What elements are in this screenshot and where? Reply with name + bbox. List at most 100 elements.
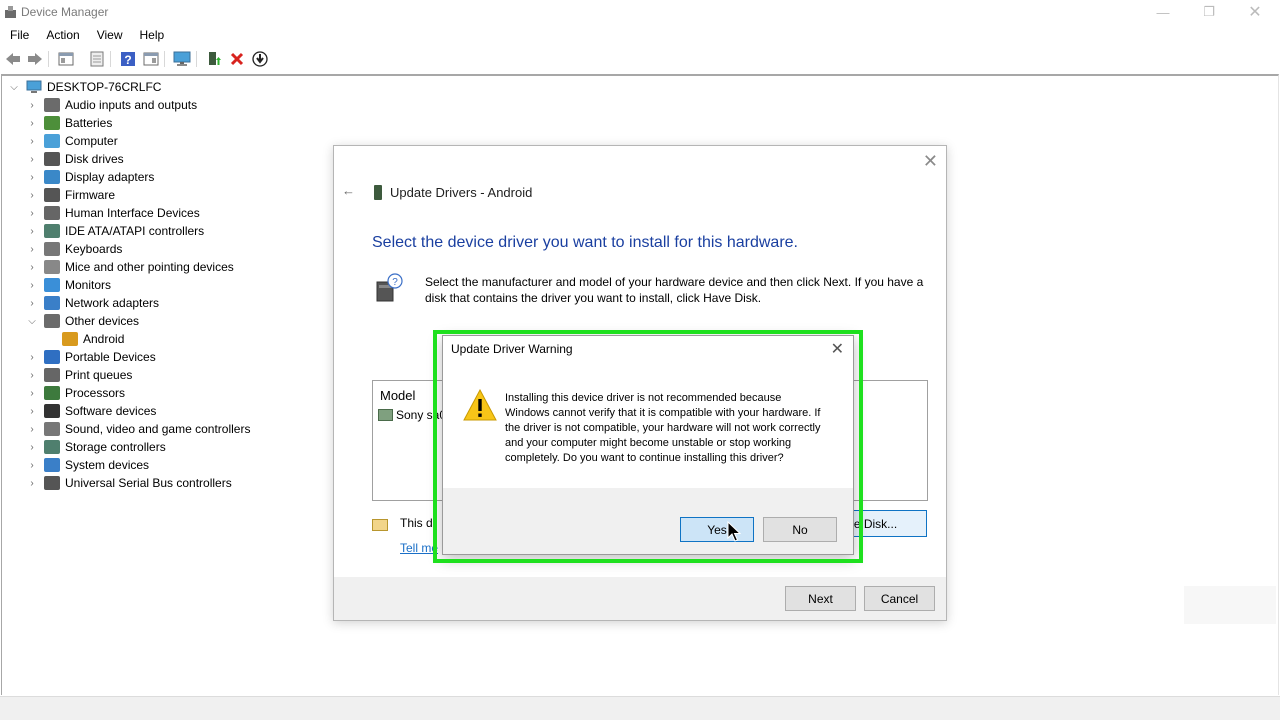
monitor-icon xyxy=(44,278,60,292)
chevron-right-icon[interactable]: › xyxy=(26,136,38,147)
tree-item[interactable]: › Batteries xyxy=(26,114,112,132)
network-icon xyxy=(44,296,60,310)
faded-overlay xyxy=(1184,586,1276,624)
close-icon: ✕ xyxy=(1248,4,1262,21)
tree-item[interactable]: › Human Interface Devices xyxy=(26,204,200,222)
tree-item-label: IDE ATA/ATAPI controllers xyxy=(65,224,205,238)
chevron-right-icon[interactable]: › xyxy=(26,172,38,183)
phone-icon xyxy=(374,185,382,200)
tree-item[interactable]: › Disk drives xyxy=(26,150,124,168)
tree-item-label: Print queues xyxy=(65,368,133,382)
chevron-right-icon[interactable]: › xyxy=(26,244,38,255)
tree-item[interactable]: › IDE ATA/ATAPI controllers xyxy=(26,222,204,240)
tree-item[interactable]: ⌵ Other devices xyxy=(26,312,139,330)
tree-item[interactable]: › Software devices xyxy=(26,402,156,420)
chevron-right-icon[interactable]: › xyxy=(26,118,38,129)
chevron-down-icon[interactable]: ⌵ xyxy=(26,316,38,327)
tree-item[interactable]: › Portable Devices xyxy=(26,348,156,366)
chevron-right-icon[interactable]: › xyxy=(26,262,38,273)
show-action-pane-button[interactable] xyxy=(141,49,161,69)
restore-button[interactable]: ❐ xyxy=(1186,0,1232,24)
tree-item-label: Keyboards xyxy=(65,242,123,256)
tree-item[interactable]: › Monitors xyxy=(26,276,111,294)
next-button[interactable]: Next xyxy=(785,586,856,611)
tree-item[interactable]: › Processors xyxy=(26,384,125,402)
mouse-icon xyxy=(44,260,60,274)
monitor-scan-icon xyxy=(173,51,191,66)
chevron-right-icon[interactable]: › xyxy=(26,298,38,309)
properties-button[interactable] xyxy=(87,49,107,69)
chevron-right-icon[interactable]: › xyxy=(26,478,38,489)
toolbar: ? xyxy=(0,47,1280,71)
model-item-label: Sony sa0 xyxy=(396,408,447,422)
red-x-icon xyxy=(230,52,244,66)
tell-me-link[interactable]: Tell me xyxy=(400,541,438,555)
tree-item[interactable]: › Firmware xyxy=(26,186,115,204)
menu-file[interactable]: File xyxy=(0,25,36,45)
mouse-cursor-icon xyxy=(727,521,741,542)
tree-item-label: Audio inputs and outputs xyxy=(65,98,198,112)
chevron-right-icon[interactable]: › xyxy=(26,226,38,237)
tree-item-label: Processors xyxy=(65,386,126,400)
chevron-down-icon[interactable]: ⌵ xyxy=(8,82,20,93)
scan-hardware-button[interactable] xyxy=(172,49,192,69)
help-button[interactable]: ? xyxy=(118,49,138,69)
show-hide-console-tree-button[interactable] xyxy=(56,49,76,69)
chevron-right-icon[interactable]: › xyxy=(26,424,38,435)
tree-item[interactable]: › Display adapters xyxy=(26,168,154,186)
tree-item[interactable]: › Computer xyxy=(26,132,118,150)
chevron-right-icon[interactable]: › xyxy=(26,208,38,219)
tree-item[interactable]: › Storage controllers xyxy=(26,438,166,456)
no-button[interactable]: No xyxy=(763,517,837,542)
warning-message: Installing this device driver is not rec… xyxy=(505,392,821,464)
forward-button[interactable] xyxy=(25,49,45,69)
chevron-right-icon[interactable]: › xyxy=(26,460,38,471)
tree-child-item[interactable]: Android xyxy=(62,330,124,348)
device-manager-icon xyxy=(5,6,16,18)
chevron-right-icon[interactable]: › xyxy=(26,100,38,111)
tree-item[interactable]: › Network adapters xyxy=(26,294,159,312)
wizard-close-button[interactable]: ✕ xyxy=(923,151,938,172)
back-arrow-icon xyxy=(6,53,20,65)
chevron-right-icon[interactable]: › xyxy=(26,154,38,165)
menu-help[interactable]: Help xyxy=(130,25,172,45)
enable-device-button[interactable] xyxy=(250,49,270,69)
menu-view[interactable]: View xyxy=(87,25,130,45)
warning-close-button[interactable]: ✕ xyxy=(831,339,844,359)
warning-icon xyxy=(463,389,497,421)
tree-item[interactable]: › Keyboards xyxy=(26,240,122,258)
close-button[interactable]: ✕ xyxy=(1232,0,1278,24)
chevron-right-icon[interactable]: › xyxy=(26,406,38,417)
chevron-right-icon[interactable]: › xyxy=(26,370,38,381)
tree-item[interactable]: › Print queues xyxy=(26,366,132,384)
minimize-button[interactable]: — xyxy=(1140,0,1186,24)
keyboard-icon xyxy=(44,242,60,256)
chevron-right-icon[interactable]: › xyxy=(26,280,38,291)
hardware-question-icon: ? xyxy=(376,273,403,302)
tree-item[interactable]: › Audio inputs and outputs xyxy=(26,96,197,114)
uninstall-device-button[interactable] xyxy=(227,49,247,69)
software-icon xyxy=(44,404,60,418)
tree-item-label: Monitors xyxy=(65,278,112,292)
update-driver-button[interactable] xyxy=(204,49,224,69)
chevron-right-icon[interactable]: › xyxy=(26,190,38,201)
model-list-item[interactable]: Sony sa0 xyxy=(378,408,446,422)
chevron-right-icon[interactable]: › xyxy=(26,352,38,363)
help-icon: ? xyxy=(121,52,135,67)
wizard-back-button[interactable]: ← xyxy=(342,183,355,198)
tree-item-label: Android xyxy=(83,332,125,346)
tree-item-label: Network adapters xyxy=(65,296,160,310)
yes-button[interactable]: Yes xyxy=(680,517,754,542)
tree-item[interactable]: › Sound, video and game controllers xyxy=(26,420,250,438)
tree-item[interactable]: › System devices xyxy=(26,456,149,474)
tree-item[interactable]: › Universal Serial Bus controllers xyxy=(26,474,232,492)
menu-action[interactable]: Action xyxy=(36,25,86,45)
tree-item[interactable]: › Mice and other pointing devices xyxy=(26,258,234,276)
signed-driver-icon xyxy=(372,519,388,531)
back-button[interactable] xyxy=(3,49,23,69)
cancel-button[interactable]: Cancel xyxy=(864,586,935,611)
tree-root[interactable]: ⌵ DESKTOP-76CRLFC xyxy=(8,78,161,96)
chevron-right-icon[interactable]: › xyxy=(26,388,38,399)
chevron-right-icon[interactable]: › xyxy=(26,442,38,453)
tree-item-label: Human Interface Devices xyxy=(65,206,200,220)
